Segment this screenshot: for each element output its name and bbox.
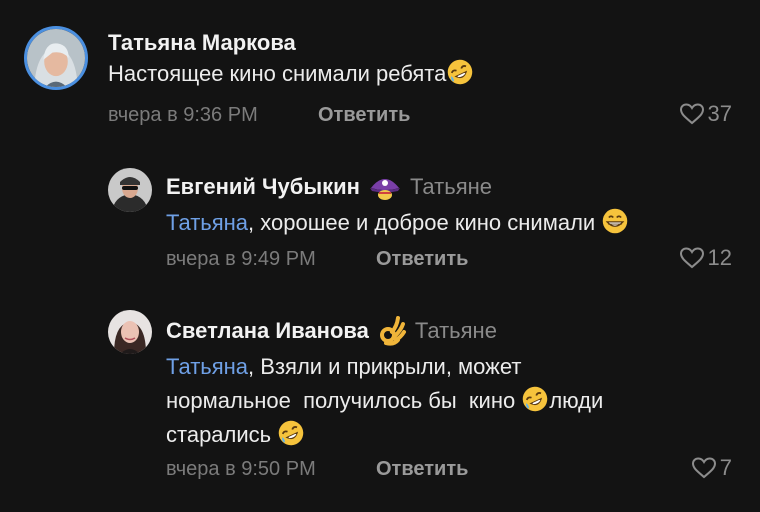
comment-text-body: нормальное получилось бы кино [166, 388, 522, 413]
like-count: 37 [707, 101, 732, 126]
rofl-emoji [277, 419, 305, 447]
comment-author[interactable]: Светлана Иванова Татьяне [166, 316, 497, 346]
avatar[interactable] [108, 168, 152, 212]
comment-text-body: старались [166, 422, 278, 447]
comment-text-body: , хорошее и доброе кино снимали [248, 210, 596, 235]
reply-button[interactable]: Ответить [376, 248, 468, 271]
comment-author[interactable]: Евгений Чубыкин Татьяне [166, 172, 492, 202]
comment-text: Татьяна, хорошее и доброе кино снимали [166, 206, 629, 240]
like-count: 7 [719, 455, 732, 480]
timestamp: вчера в 9:50 PM [166, 458, 316, 480]
heart-icon [679, 102, 705, 126]
reply-button[interactable]: Ответить [318, 104, 410, 127]
like-button[interactable]: 12 [679, 245, 732, 271]
timestamp: вчера в 9:36 PM [108, 104, 258, 126]
text-line: Татьяна, Взяли и прикрыли, может [166, 350, 746, 384]
author-name[interactable]: Светлана Иванова [166, 318, 369, 344]
author-name[interactable]: Татьяна Маркова [108, 30, 296, 56]
comment-text: Татьяна, Взяли и прикрыли, может нормаль… [166, 350, 746, 452]
like-button[interactable]: 7 [691, 455, 732, 481]
like-count: 12 [707, 245, 732, 270]
comment-text-body: , Взяли и прикрыли, может [248, 354, 522, 379]
like-button[interactable]: 37 [679, 101, 732, 127]
comment-text: Настоящее кино снимали ребята [108, 57, 474, 91]
grin-emoji [603, 208, 628, 234]
rofl-emoji [521, 385, 549, 413]
author-name[interactable]: Евгений Чубыкин [166, 174, 360, 200]
reply-to[interactable]: Татьяне [415, 318, 497, 344]
comment-text-body: Настоящее кино снимали ребята [108, 61, 447, 86]
rofl-emoji [446, 58, 474, 86]
mention-link[interactable]: Татьяна [166, 210, 248, 235]
reply-button[interactable]: Ответить [376, 458, 468, 481]
comment-text-body: люди [549, 388, 604, 413]
ok-hand-icon [379, 316, 406, 346]
mention-link[interactable]: Татьяна [166, 354, 248, 379]
pirate-badge-icon [369, 179, 400, 200]
text-line: старались [166, 418, 746, 452]
avatar[interactable] [108, 310, 152, 354]
heart-icon [679, 246, 705, 270]
text-line: нормальное получилось бы кино люди [166, 384, 746, 418]
comment-author[interactable]: Татьяна Маркова [108, 30, 296, 56]
reply-to[interactable]: Татьяне [410, 174, 492, 200]
timestamp: вчера в 9:49 PM [166, 248, 316, 270]
heart-icon [691, 456, 717, 480]
avatar[interactable] [24, 26, 88, 90]
